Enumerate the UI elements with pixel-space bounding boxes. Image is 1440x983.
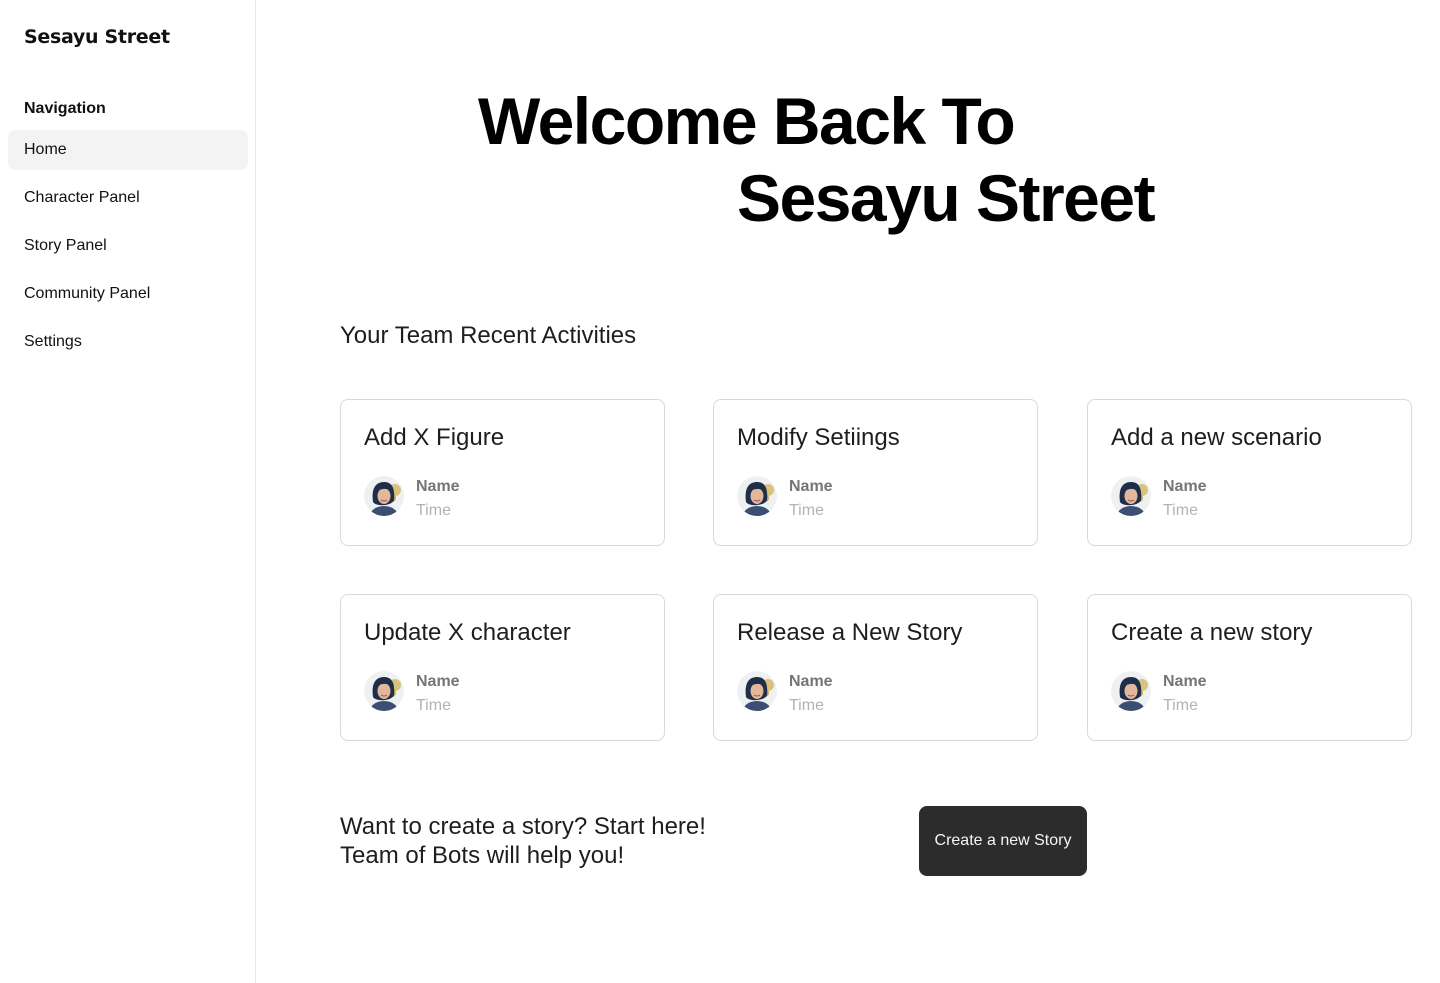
activity-card[interactable]: Create a new story Name Time <box>1087 594 1412 741</box>
avatar-image <box>1111 476 1151 516</box>
activities-title: Your Team Recent Activities <box>340 322 637 349</box>
activity-card-time: Time <box>1163 697 1198 714</box>
activity-card-title: Add a new scenario <box>1111 424 1322 451</box>
cta-text: Want to create a story? Start here! Team… <box>340 812 860 870</box>
activity-card[interactable]: Add X Figure Name Time <box>340 399 665 546</box>
activity-card-title: Add X Figure <box>364 424 505 451</box>
avatar <box>1111 476 1151 516</box>
sidebar-item-story-panel[interactable]: Story Panel <box>8 226 248 266</box>
avatar <box>1111 671 1151 711</box>
activity-card-name: Name <box>1163 673 1207 690</box>
activity-card-name: Name <box>789 673 833 690</box>
sidebar-item-settings[interactable]: Settings <box>8 322 248 362</box>
avatar-image <box>364 671 404 711</box>
activity-card-title: Release a New Story <box>737 619 963 646</box>
cta-line-1: Want to create a story? Start here! <box>340 813 706 840</box>
brand-title[interactable]: Sesayu Street <box>24 26 170 48</box>
avatar <box>737 476 777 516</box>
activity-card-time: Time <box>1163 502 1198 519</box>
activity-card-time: Time <box>789 697 824 714</box>
sidebar-item-community-panel[interactable]: Community Panel <box>8 274 248 314</box>
activity-card-time: Time <box>416 697 451 714</box>
avatar-image <box>737 476 777 516</box>
activity-card-name: Name <box>789 478 833 495</box>
hero-title-line-2: Sesayu Street <box>737 161 1156 235</box>
avatar <box>737 671 777 711</box>
activity-card-time: Time <box>789 502 824 519</box>
activity-card-name: Name <box>416 673 460 690</box>
activity-card-title: Update X character <box>364 619 571 646</box>
avatar <box>364 671 404 711</box>
sidebar: Sesayu Street Navigation Home Character … <box>0 0 256 983</box>
hero-title-line-1: Welcome Back To <box>478 84 1016 158</box>
avatar-image <box>364 476 404 516</box>
nav-list: Home Character Panel Story Panel Communi… <box>8 130 248 370</box>
sidebar-item-home[interactable]: Home <box>8 130 248 170</box>
activity-card-title: Modify Setiings <box>737 424 900 451</box>
activity-card[interactable]: Modify Setiings Name Time <box>713 399 1038 546</box>
avatar-image <box>737 671 777 711</box>
avatar <box>364 476 404 516</box>
activity-card[interactable]: Update X character Name Time <box>340 594 665 741</box>
avatar-image <box>1111 671 1151 711</box>
activity-card-name: Name <box>416 478 460 495</box>
sidebar-item-character-panel[interactable]: Character Panel <box>8 178 248 218</box>
create-story-button[interactable]: Create a new Story <box>919 806 1087 876</box>
nav-heading: Navigation <box>24 100 106 117</box>
activity-card[interactable]: Release a New Story Name Time <box>713 594 1038 741</box>
activity-card-time: Time <box>416 502 451 519</box>
activity-card-title: Create a new story <box>1111 619 1313 646</box>
activity-card[interactable]: Add a new scenario Name Time <box>1087 399 1412 546</box>
cta-line-2: Team of Bots will help you! <box>340 842 625 869</box>
activity-card-name: Name <box>1163 478 1207 495</box>
